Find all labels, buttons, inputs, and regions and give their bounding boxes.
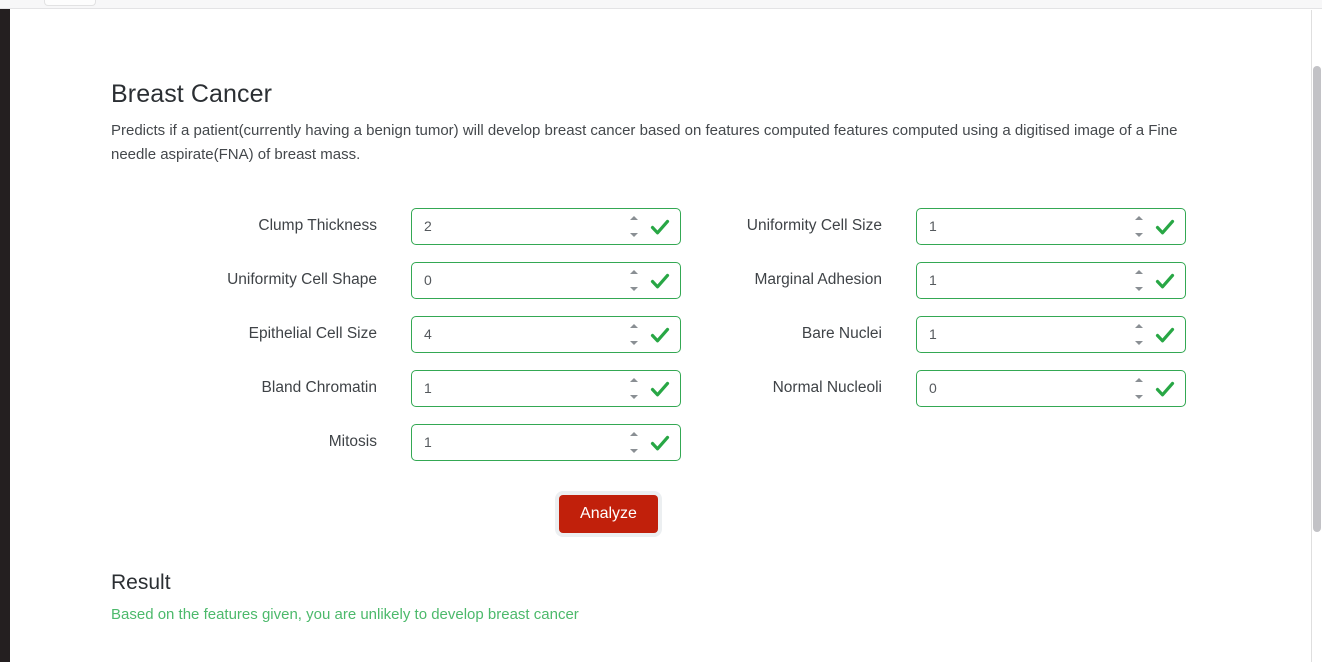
field-wrapper-uniformity-cell-size bbox=[916, 207, 1186, 245]
browser-chrome-strip bbox=[0, 0, 1322, 9]
field-label-marginal-adhesion: Marginal Adhesion bbox=[754, 271, 882, 288]
field-wrapper-bare-nuclei bbox=[916, 315, 1186, 353]
stepper-down-icon[interactable] bbox=[629, 232, 638, 237]
valid-check-icon bbox=[1154, 378, 1176, 400]
analyze-button[interactable]: Analyze bbox=[559, 495, 658, 533]
stepper-up-icon[interactable] bbox=[629, 215, 638, 220]
left-edge-bar bbox=[0, 9, 10, 662]
stepper-up-icon[interactable] bbox=[629, 431, 638, 436]
stepper-down-icon[interactable] bbox=[629, 448, 638, 453]
input-marginal-adhesion[interactable] bbox=[916, 261, 1186, 299]
number-stepper-uniformity-cell-size[interactable] bbox=[1133, 215, 1144, 237]
field-label-epithelial-cell-size: Epithelial Cell Size bbox=[248, 325, 377, 342]
number-stepper-mitosis[interactable] bbox=[628, 431, 639, 453]
page-card: Breast Cancer Predicts if a patient(curr… bbox=[10, 10, 1312, 662]
stepper-up-icon[interactable] bbox=[1134, 377, 1143, 382]
result-heading: Result bbox=[111, 571, 171, 594]
input-bare-nuclei[interactable] bbox=[916, 315, 1186, 353]
result-message: Based on the features given, you are unl… bbox=[111, 606, 579, 623]
number-stepper-normal-nucleoli[interactable] bbox=[1133, 377, 1144, 399]
prediction-form: Clump Thickness Uniformity Cell Size Unifo… bbox=[111, 199, 1226, 469]
stepper-down-icon[interactable] bbox=[629, 394, 638, 399]
field-label-uniformity-cell-size: Uniformity Cell Size bbox=[746, 217, 882, 234]
stepper-down-icon[interactable] bbox=[629, 340, 638, 345]
field-label-clump-thickness: Clump Thickness bbox=[258, 217, 377, 234]
input-mitosis[interactable] bbox=[411, 423, 681, 461]
input-clump-thickness[interactable] bbox=[411, 207, 681, 245]
number-stepper-epithelial-cell-size[interactable] bbox=[628, 323, 639, 345]
stepper-up-icon[interactable] bbox=[629, 323, 638, 328]
field-label-bland-chromatin: Bland Chromatin bbox=[261, 379, 377, 396]
stepper-up-icon[interactable] bbox=[1134, 323, 1143, 328]
input-normal-nucleoli[interactable] bbox=[916, 369, 1186, 407]
field-label-normal-nucleoli: Normal Nucleoli bbox=[772, 379, 882, 396]
valid-check-icon bbox=[1154, 216, 1176, 238]
input-uniformity-cell-shape[interactable] bbox=[411, 261, 681, 299]
stepper-up-icon[interactable] bbox=[1134, 215, 1143, 220]
valid-check-icon bbox=[649, 216, 671, 238]
field-wrapper-clump-thickness bbox=[411, 207, 681, 245]
valid-check-icon bbox=[1154, 324, 1176, 346]
vertical-scrollbar-track[interactable] bbox=[1312, 10, 1322, 662]
stepper-down-icon[interactable] bbox=[1134, 232, 1143, 237]
number-stepper-bare-nuclei[interactable] bbox=[1133, 323, 1144, 345]
field-label-bare-nuclei: Bare Nuclei bbox=[801, 325, 882, 342]
valid-check-icon bbox=[649, 378, 671, 400]
input-bland-chromatin[interactable] bbox=[411, 369, 681, 407]
stepper-down-icon[interactable] bbox=[629, 286, 638, 291]
field-wrapper-mitosis bbox=[411, 423, 681, 461]
stepper-up-icon[interactable] bbox=[629, 377, 638, 382]
page-title: Breast Cancer bbox=[111, 80, 273, 108]
stepper-up-icon[interactable] bbox=[1134, 269, 1143, 274]
field-wrapper-normal-nucleoli bbox=[916, 369, 1186, 407]
field-wrapper-uniformity-cell-shape bbox=[411, 261, 681, 299]
field-wrapper-marginal-adhesion bbox=[916, 261, 1186, 299]
vertical-scrollbar-thumb[interactable] bbox=[1313, 66, 1321, 532]
main-content: Breast Cancer Predicts if a patient(curr… bbox=[111, 10, 1226, 623]
field-wrapper-bland-chromatin bbox=[411, 369, 681, 407]
stepper-down-icon[interactable] bbox=[1134, 286, 1143, 291]
analyze-button-row: Analyze bbox=[111, 495, 1226, 533]
input-uniformity-cell-size[interactable] bbox=[916, 207, 1186, 245]
number-stepper-clump-thickness[interactable] bbox=[628, 215, 639, 237]
stepper-down-icon[interactable] bbox=[1134, 394, 1143, 399]
browser-tab-remnant bbox=[44, 0, 96, 6]
field-wrapper-epithelial-cell-size bbox=[411, 315, 681, 353]
valid-check-icon bbox=[649, 270, 671, 292]
valid-check-icon bbox=[649, 432, 671, 454]
stepper-down-icon[interactable] bbox=[1134, 340, 1143, 345]
page-description: Predicts if a patient(currently having a… bbox=[111, 122, 1178, 163]
input-epithelial-cell-size[interactable] bbox=[411, 315, 681, 353]
number-stepper-bland-chromatin[interactable] bbox=[628, 377, 639, 399]
number-stepper-uniformity-cell-shape[interactable] bbox=[628, 269, 639, 291]
stepper-up-icon[interactable] bbox=[629, 269, 638, 274]
number-stepper-marginal-adhesion[interactable] bbox=[1133, 269, 1144, 291]
field-label-uniformity-cell-shape: Uniformity Cell Shape bbox=[227, 271, 377, 288]
valid-check-icon bbox=[1154, 270, 1176, 292]
field-label-mitosis: Mitosis bbox=[328, 433, 377, 450]
valid-check-icon bbox=[649, 324, 671, 346]
browser-viewport: Breast Cancer Predicts if a patient(curr… bbox=[0, 0, 1322, 662]
